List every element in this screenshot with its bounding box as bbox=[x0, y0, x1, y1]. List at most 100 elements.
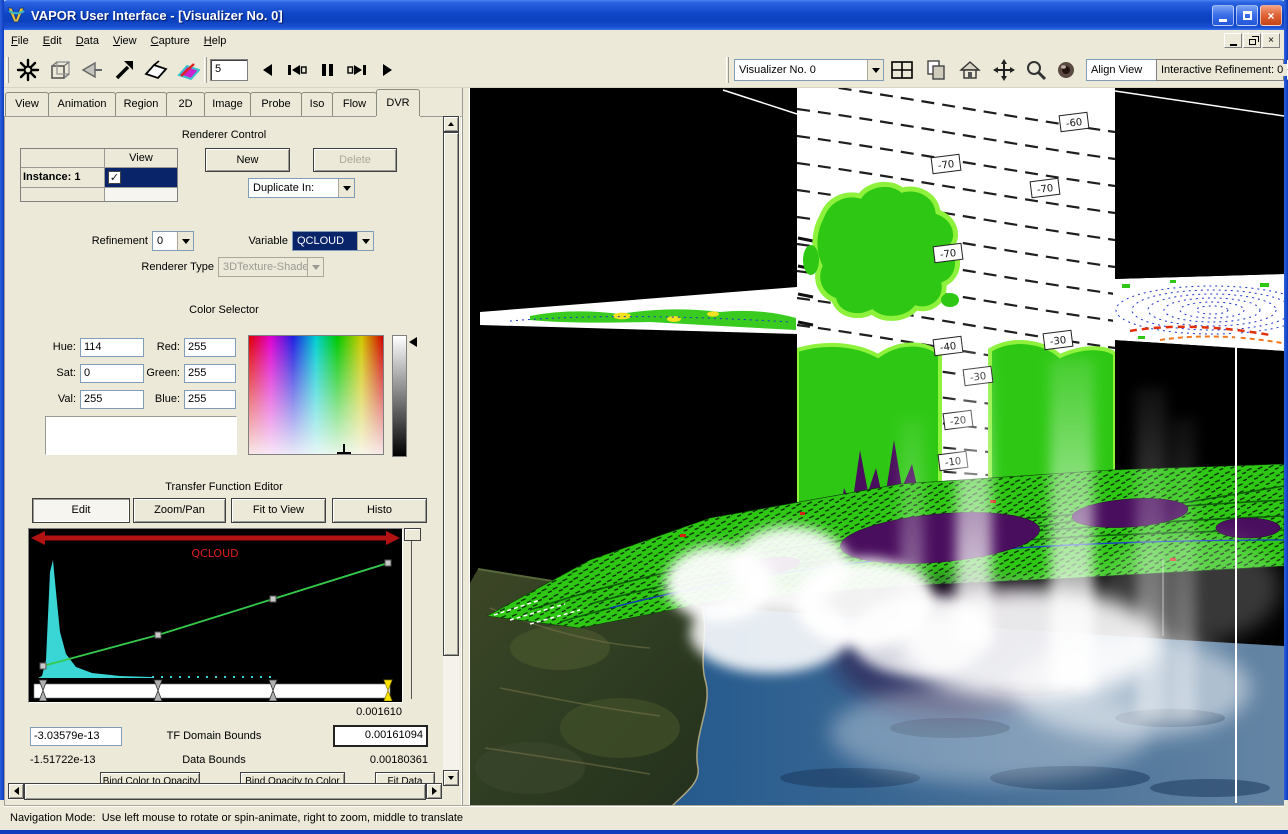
status-bar: Navigation Mode: Use left mouse to rotat… bbox=[4, 806, 1284, 830]
image-tool-button[interactable] bbox=[174, 56, 202, 84]
maximize-button[interactable] bbox=[1236, 5, 1258, 26]
plane-tool-button[interactable] bbox=[142, 56, 170, 84]
region-tool-button[interactable] bbox=[46, 56, 74, 84]
home-view-button[interactable] bbox=[956, 56, 984, 84]
refinement-value: 0 bbox=[153, 235, 177, 247]
vertical-scrollbar[interactable] bbox=[443, 116, 460, 786]
tab-region[interactable]: Region bbox=[115, 92, 167, 116]
chevron-down-icon bbox=[872, 68, 880, 73]
step-back-button[interactable] bbox=[284, 56, 310, 84]
red-input[interactable]: 255 bbox=[184, 338, 236, 357]
minimize-button[interactable] bbox=[1212, 5, 1234, 26]
histo-button[interactable]: Histo bbox=[332, 498, 427, 523]
toolbar-grip-2[interactable] bbox=[204, 57, 207, 83]
menu-capture[interactable]: Capture bbox=[144, 32, 197, 50]
value-bar-arrow[interactable] bbox=[409, 337, 417, 347]
zoom-tool-button[interactable] bbox=[1022, 56, 1050, 84]
upper-slice-right bbox=[1113, 274, 1284, 351]
refinement-combo[interactable]: 0 bbox=[152, 231, 194, 251]
tab-view[interactable]: View bbox=[5, 92, 49, 116]
green-input[interactable]: 255 bbox=[184, 364, 236, 383]
navigation-mode-button[interactable] bbox=[14, 56, 42, 84]
menu-file[interactable]: File bbox=[4, 32, 36, 50]
step-forward-icon bbox=[347, 62, 367, 78]
hscroll-thumb[interactable] bbox=[24, 783, 426, 800]
instance-checkbox[interactable]: ✓ bbox=[108, 171, 121, 184]
tab-iso[interactable]: Iso bbox=[301, 92, 333, 116]
instance-row[interactable]: Instance: 1 ✓ bbox=[21, 168, 177, 188]
visualizer-select[interactable]: Visualizer No. 0 bbox=[734, 59, 884, 81]
panel-splitter[interactable] bbox=[462, 88, 470, 806]
visualizer-select-arrow[interactable] bbox=[867, 60, 883, 80]
scroll-right-button[interactable] bbox=[426, 783, 442, 799]
tab-animation[interactable]: Animation bbox=[48, 92, 116, 116]
toolbar-grip[interactable] bbox=[6, 57, 9, 83]
menu-edit[interactable]: Edit bbox=[36, 32, 69, 50]
fit-to-view-button[interactable]: Fit to View bbox=[231, 498, 326, 523]
tf-axis-value: 0.001610 bbox=[304, 706, 402, 718]
probe-tool-button[interactable] bbox=[78, 56, 106, 84]
toolbar-grip-3[interactable] bbox=[726, 57, 729, 83]
delete-button[interactable]: Delete bbox=[313, 148, 397, 172]
refinement-arrow[interactable] bbox=[177, 232, 193, 250]
horizontal-scrollbar[interactable] bbox=[8, 783, 442, 800]
rake-tool-button[interactable] bbox=[110, 56, 138, 84]
mdi-minimize-button[interactable] bbox=[1224, 33, 1242, 48]
copy-pages-icon bbox=[925, 59, 947, 81]
variable-arrow[interactable] bbox=[357, 232, 373, 250]
blue-input[interactable]: 255 bbox=[184, 390, 236, 409]
play-reverse-button[interactable] bbox=[254, 56, 280, 84]
edit-button[interactable]: Edit bbox=[32, 498, 130, 523]
instance-table-header: View bbox=[21, 149, 177, 168]
duplicate-in-combo[interactable]: Duplicate In: bbox=[248, 178, 355, 198]
variable-combo[interactable]: QCLOUD bbox=[292, 231, 374, 251]
visualizer-canvas[interactable]: -70 -60 -70 -70 -40 -30 -30 -20 -10 bbox=[470, 88, 1284, 806]
instance-table: View Instance: 1 ✓ bbox=[20, 148, 178, 202]
view-eye-button[interactable] bbox=[1052, 56, 1080, 84]
vscroll-thumb[interactable] bbox=[443, 132, 459, 656]
scroll-up-button[interactable] bbox=[443, 116, 459, 132]
value-bar[interactable] bbox=[392, 335, 407, 457]
tf-vertical-slider-handle[interactable] bbox=[404, 528, 421, 541]
interactive-refinement-spinner[interactable]: Interactive Refinement: 0 bbox=[1156, 59, 1284, 81]
new-visualizer-button[interactable] bbox=[922, 56, 950, 84]
move-view-button[interactable] bbox=[990, 56, 1018, 84]
scroll-left-button[interactable] bbox=[8, 783, 24, 799]
frame-counter-input[interactable]: 5 bbox=[210, 59, 248, 81]
variable-value: QCLOUD bbox=[293, 235, 357, 247]
tf-editor-canvas[interactable]: QCLOUD bbox=[28, 528, 403, 703]
hue-saturation-picker[interactable] bbox=[248, 335, 384, 455]
arrow-down-icon bbox=[448, 776, 454, 780]
mdi-close-button[interactable]: × bbox=[1262, 33, 1280, 48]
arrow-left-icon bbox=[14, 787, 19, 795]
zoom-pan-button[interactable]: Zoom/Pan bbox=[133, 498, 226, 523]
scroll-down-button[interactable] bbox=[443, 770, 459, 786]
mdi-restore-button[interactable] bbox=[1243, 33, 1261, 48]
main-area: View Animation Region 2D Image Probe Iso… bbox=[4, 88, 1284, 806]
chevron-down-icon bbox=[182, 239, 190, 244]
close-button[interactable]: × bbox=[1260, 5, 1282, 26]
instance-view-cell[interactable]: ✓ bbox=[105, 168, 177, 187]
tf-domain-min-input[interactable]: -3.03579e-13 bbox=[30, 727, 122, 746]
menu-view[interactable]: View bbox=[106, 32, 144, 50]
data-bounds-label: Data Bounds bbox=[134, 754, 294, 766]
tf-colorbar[interactable] bbox=[34, 684, 390, 698]
interactive-refinement-value: Interactive Refinement: 0 bbox=[1157, 64, 1287, 76]
step-forward-button[interactable] bbox=[344, 56, 370, 84]
tab-dvr[interactable]: DVR bbox=[376, 89, 420, 116]
tf-vertical-slider-track[interactable] bbox=[411, 541, 412, 699]
tab-2d[interactable]: 2D bbox=[166, 92, 205, 116]
tab-probe[interactable]: Probe bbox=[250, 92, 302, 116]
tile-windows-button[interactable] bbox=[888, 56, 916, 84]
pause-button[interactable] bbox=[314, 56, 340, 84]
tab-flow[interactable]: Flow bbox=[332, 92, 377, 116]
menu-data[interactable]: Data bbox=[69, 32, 106, 50]
menu-help[interactable]: Help bbox=[197, 32, 234, 50]
color-selector-title: Color Selector bbox=[94, 304, 354, 316]
play-button[interactable] bbox=[374, 56, 400, 84]
duplicate-in-arrow[interactable] bbox=[338, 179, 354, 197]
tf-domain-max-input[interactable]: 0.00161094 bbox=[333, 725, 428, 747]
tf-plot[interactable]: QCLOUD bbox=[30, 530, 401, 701]
tab-image[interactable]: Image bbox=[204, 92, 251, 116]
new-button[interactable]: New bbox=[205, 148, 290, 172]
